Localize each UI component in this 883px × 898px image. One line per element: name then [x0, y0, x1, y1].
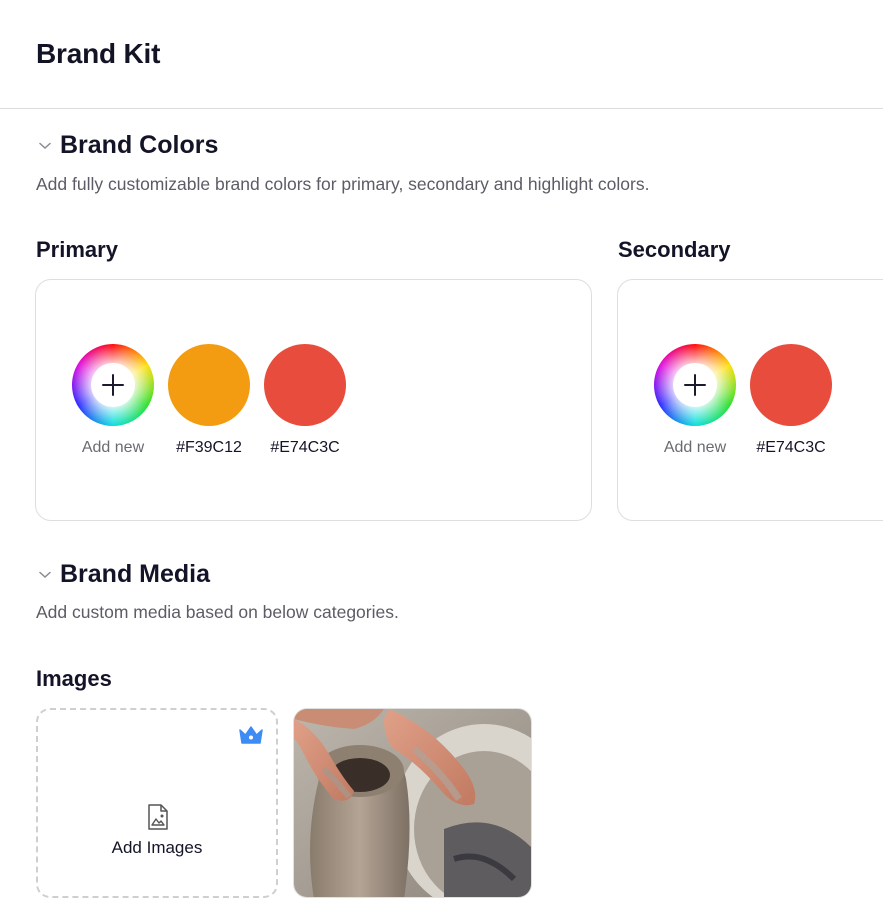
secondary-add-new[interactable]: Add new — [654, 344, 736, 457]
brand-media-toggle[interactable]: Brand Media — [36, 560, 210, 589]
chevron-down-icon[interactable] — [36, 566, 54, 584]
color-wheel-icon[interactable] — [72, 344, 154, 426]
color-swatch[interactable] — [264, 344, 346, 426]
primary-swatch[interactable]: #F39C12 — [168, 344, 250, 457]
image-file-icon — [146, 803, 170, 836]
page-header: Brand Kit — [0, 0, 883, 109]
brand-colors-title: Brand Colors — [60, 131, 219, 159]
media-image-thumbnail[interactable] — [293, 708, 532, 898]
brand-media-title: Brand Media — [60, 560, 211, 588]
pottery-photo — [294, 709, 531, 897]
brand-colors-description: Add fully customizable brand colors for … — [36, 174, 650, 194]
primary-colors-card: Add new #F39C12 #E74C3C — [35, 279, 592, 521]
images-label: Images — [36, 666, 112, 691]
plus-icon — [673, 363, 717, 407]
crown-icon — [238, 724, 264, 751]
add-new-label: Add new — [81, 439, 145, 456]
color-wheel-icon[interactable] — [654, 344, 736, 426]
color-swatch[interactable] — [750, 344, 832, 426]
add-images-label: Add Images — [111, 838, 203, 857]
brand-colors-toggle[interactable]: Brand Colors — [36, 131, 218, 160]
secondary-colors-card: Add new #E74C3C — [617, 279, 883, 521]
secondary-swatch-row: Add new #E74C3C — [654, 344, 846, 457]
plus-icon — [91, 363, 135, 407]
primary-swatch-row: Add new #F39C12 #E74C3C — [72, 344, 360, 457]
chevron-down-icon[interactable] — [36, 137, 54, 155]
color-swatch[interactable] — [168, 344, 250, 426]
secondary-label: Secondary — [618, 237, 731, 262]
primary-add-new[interactable]: Add new — [72, 344, 154, 457]
swatch-hex-label: #E74C3C — [756, 439, 826, 456]
secondary-swatch[interactable]: #E74C3C — [750, 344, 832, 457]
page-title: Brand Kit — [36, 38, 161, 69]
primary-swatch[interactable]: #E74C3C — [264, 344, 346, 457]
add-new-label: Add new — [663, 439, 727, 456]
swatch-hex-label: #E74C3C — [270, 439, 340, 456]
swatch-hex-label: #F39C12 — [176, 439, 242, 456]
brand-media-description: Add custom media based on below categori… — [36, 602, 399, 622]
add-images-card[interactable]: Add Images — [36, 708, 278, 898]
primary-label: Primary — [36, 237, 118, 262]
